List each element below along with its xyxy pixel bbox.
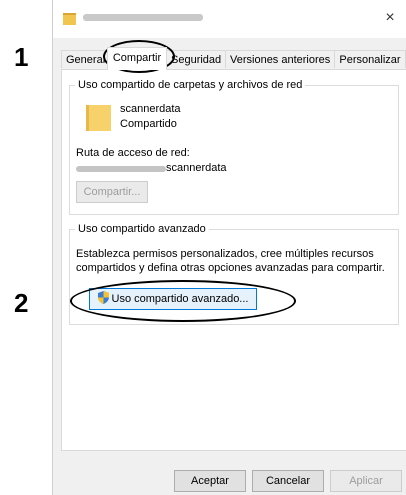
tab-general[interactable]: General bbox=[61, 50, 108, 68]
network-path-value: scannerdata bbox=[166, 162, 227, 174]
tab-personalizar[interactable]: Personalizar bbox=[334, 50, 406, 68]
share-button[interactable]: Compartir... bbox=[76, 181, 148, 203]
tab-bar: General Compartir Seguridad Versiones an… bbox=[61, 47, 406, 70]
ok-button[interactable]: Aceptar bbox=[174, 470, 246, 492]
cancel-button[interactable]: Cancelar bbox=[252, 470, 324, 492]
share-status: Compartido bbox=[120, 118, 177, 130]
advanced-sharing-button[interactable]: Uso compartido avanzado... bbox=[89, 288, 257, 310]
sharing-panel: Uso compartido de carpetas y archivos de… bbox=[61, 69, 406, 451]
properties-dialog: × General Compartir Seguridad Versiones … bbox=[52, 0, 406, 495]
blurred-title bbox=[83, 14, 203, 21]
advanced-sharing-legend: Uso compartido avanzado bbox=[78, 223, 206, 235]
step-number-1: 1 bbox=[14, 42, 29, 72]
network-sharing-legend: Uso compartido de carpetas y archivos de… bbox=[78, 79, 303, 91]
advanced-description-line2: compartidos y defina otras opciones avan… bbox=[76, 262, 385, 274]
network-path-label: Ruta de acceso de red: bbox=[76, 147, 190, 159]
folder-icon bbox=[86, 105, 111, 131]
title-bar: × bbox=[53, 0, 406, 38]
advanced-sharing-button-label: Uso compartido avanzado... bbox=[111, 293, 249, 305]
tab-compartir[interactable]: Compartir bbox=[107, 47, 167, 70]
folder-icon bbox=[63, 13, 76, 25]
folder-name: scannerdata bbox=[120, 103, 181, 115]
close-button[interactable]: × bbox=[379, 8, 401, 28]
uac-shield-icon bbox=[97, 291, 109, 304]
step-number-2: 2 bbox=[14, 288, 29, 318]
apply-button[interactable]: Aplicar bbox=[330, 470, 402, 492]
tab-seguridad[interactable]: Seguridad bbox=[166, 50, 226, 68]
advanced-description-line1: Establezca permisos personalizados, cree… bbox=[76, 248, 374, 260]
tab-versiones-anteriores[interactable]: Versiones anteriores bbox=[225, 50, 335, 68]
blurred-path-prefix bbox=[76, 166, 166, 172]
